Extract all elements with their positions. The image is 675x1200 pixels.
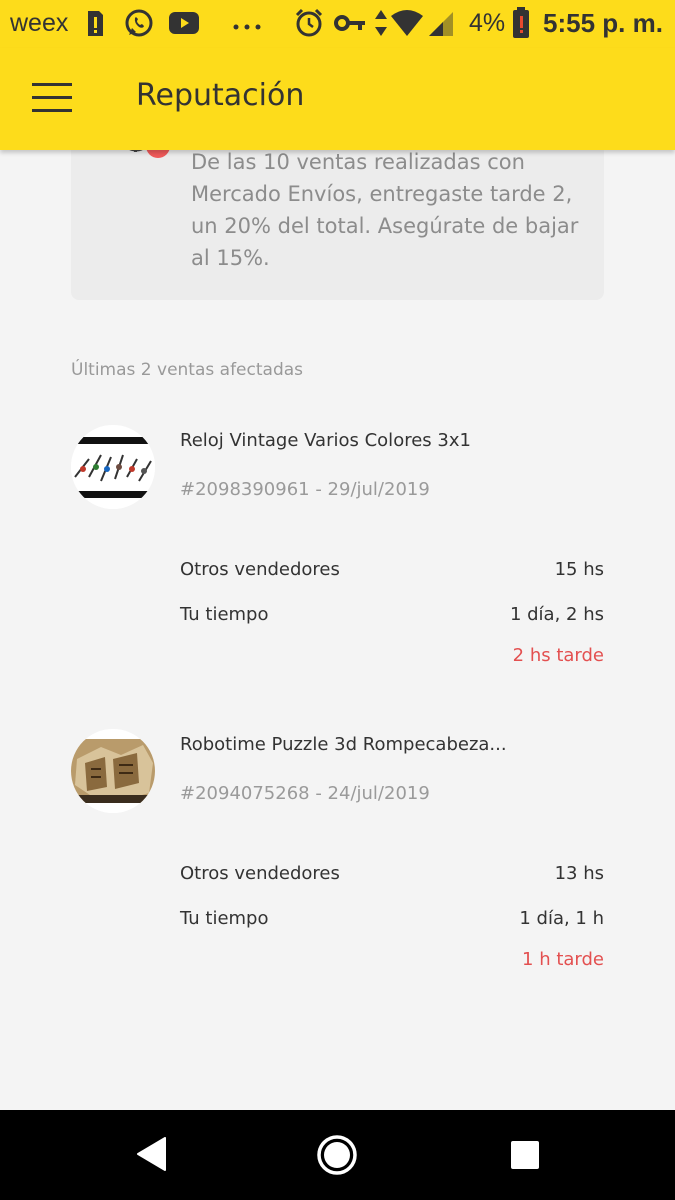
your-time-value: 1 día, 2 hs [509, 604, 604, 625]
your-time-value: 1 día, 1 h [519, 908, 604, 929]
order-number-date: #2098390961 - 29/jul/2019 [180, 479, 430, 500]
home-icon[interactable] [316, 1134, 358, 1180]
battery-low-icon [512, 7, 530, 44]
your-time-label: Tu tiempo [180, 604, 269, 625]
youtube-icon [169, 12, 199, 39]
status-bar: weex 4% 5:55 p. m. [0, 0, 675, 48]
others-label: Otros vendedores [180, 863, 340, 884]
recent-apps-icon[interactable] [511, 1141, 539, 1169]
your-time-label: Tu tiempo [180, 908, 269, 929]
others-value: 13 hs [554, 863, 604, 884]
sale-item[interactable]: Robotime Puzzle 3d Rompecabeza... #20940… [0, 724, 675, 1004]
more-icon [232, 18, 262, 36]
section-title: Últimas 2 ventas afectadas [71, 360, 304, 380]
others-value: 15 hs [554, 559, 604, 580]
clock: 5:55 p. m. [543, 8, 663, 38]
sim-alert-icon [86, 8, 104, 43]
product-title[interactable]: Reloj Vintage Varios Colores 3x1 [180, 430, 471, 451]
late-badge: 1 h tarde [522, 949, 604, 970]
carrier-name: weex [10, 9, 69, 37]
others-label: Otros vendedores [180, 559, 340, 580]
product-thumbnail [71, 425, 155, 509]
whatsapp-icon [124, 8, 154, 43]
product-title[interactable]: Robotime Puzzle 3d Rompecabeza... [180, 734, 507, 755]
page-title: Reputación [136, 78, 305, 113]
wifi-icon [390, 8, 424, 43]
late-badge: 2 hs tarde [512, 645, 604, 666]
system-nav-bar [0, 1110, 675, 1200]
product-thumbnail [71, 729, 155, 813]
data-arrows-icon [374, 8, 388, 43]
battery-percent: 4% [469, 9, 506, 37]
vpn-key-icon [334, 14, 366, 37]
app-bar: Reputación [0, 48, 675, 150]
signal-icon [427, 8, 455, 43]
sale-item[interactable]: Reloj Vintage Varios Colores 3x1 #209839… [0, 420, 675, 700]
order-number-date: #2094075268 - 24/jul/2019 [180, 783, 430, 804]
hamburger-menu-icon[interactable] [24, 72, 80, 124]
alarm-icon [295, 8, 323, 43]
back-icon[interactable] [136, 1137, 166, 1175]
info-card-text: De las 10 ventas realizadas con Mercado … [191, 150, 579, 270]
